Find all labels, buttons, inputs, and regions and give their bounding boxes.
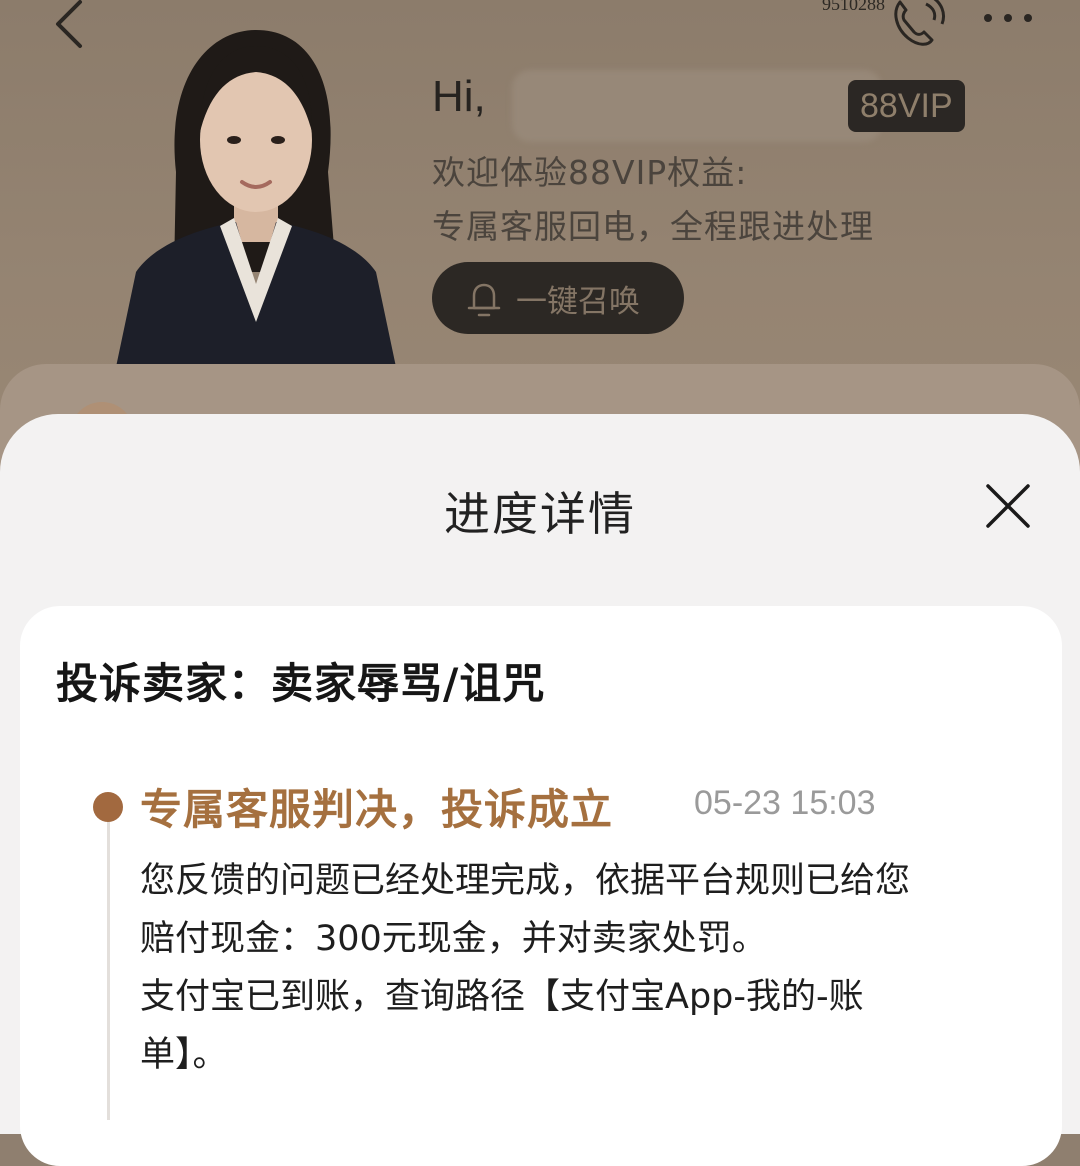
agent-avatar (116, 30, 396, 367)
phone-number: 9510288 (822, 0, 885, 14)
welcome-text: 欢迎体验88VIP权益: (432, 153, 748, 192)
complaint-title: 投诉卖家：卖家辱骂/诅咒 (56, 659, 546, 708)
timeline-time: 05-23 15:03 (694, 784, 876, 822)
close-icon[interactable] (984, 482, 1032, 530)
phone-icon[interactable] (886, 0, 950, 50)
timeline-description-line: 支付宝已到账，查询路径【支付宝App-我的-账 (140, 977, 864, 1017)
bell-icon (467, 283, 501, 317)
summon-button[interactable]: 一键召唤 (432, 262, 684, 334)
timeline-description-line: 赔付现金：300元现金，并对卖家处罚。 (140, 919, 767, 959)
timeline-dot (93, 792, 123, 822)
benefit-text: 专属客服回电，全程跟进处理 (432, 207, 874, 246)
summon-button-label: 一键召唤 (516, 284, 640, 320)
greeting-text: Hi, (432, 72, 486, 121)
timeline-status: 专属客服判决，投诉成立 (140, 785, 614, 834)
timeline-line (107, 820, 110, 1120)
back-arrow-icon[interactable] (48, 0, 92, 50)
sheet-title: 进度详情 (444, 487, 636, 541)
redacted-username (512, 70, 882, 142)
more-icon[interactable] (980, 6, 1036, 30)
timeline-description-line: 单】。 (140, 1035, 228, 1075)
vip-badge: 88VIP (848, 80, 965, 132)
timeline-description-line: 您反馈的问题已经处理完成，依据平台规则已给您 (140, 861, 911, 901)
